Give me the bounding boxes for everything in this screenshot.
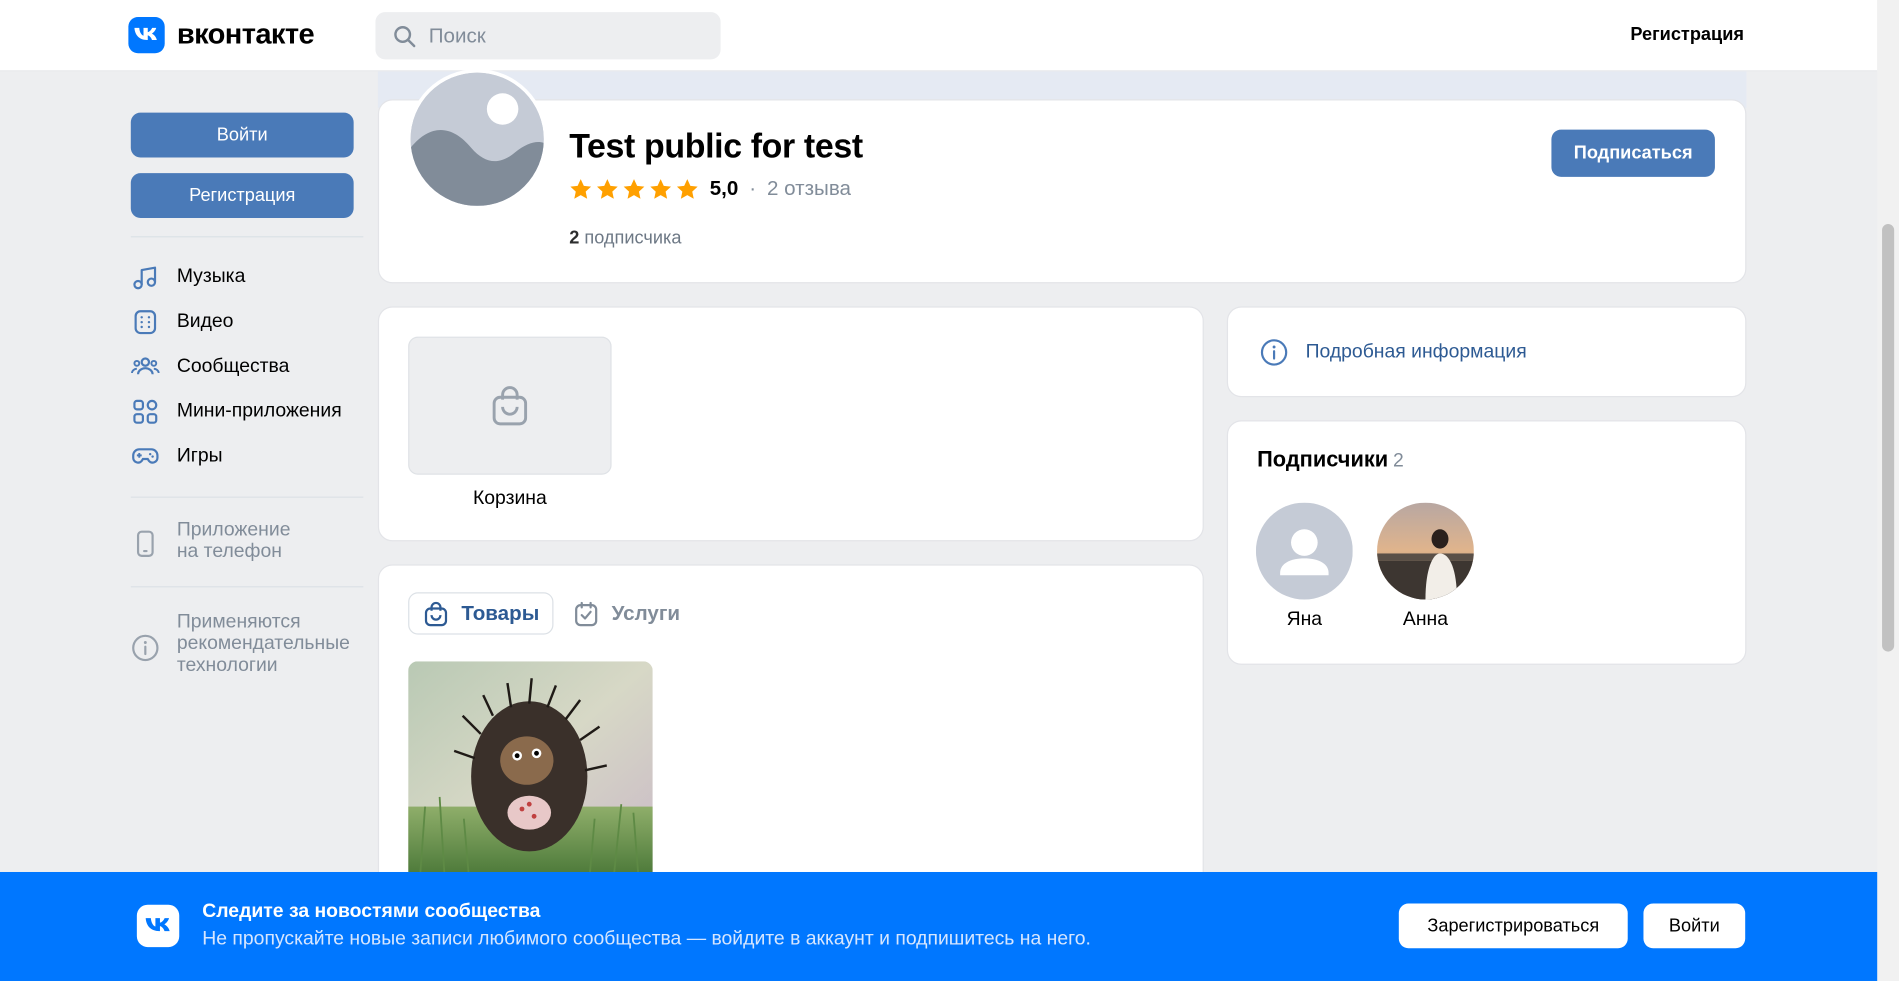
sidebar-item-label: Мини-приложения bbox=[176, 400, 342, 421]
search-input[interactable] bbox=[428, 23, 696, 48]
recommend-line1: Применяются bbox=[176, 611, 301, 633]
phone-app-line1: Приложение bbox=[176, 519, 291, 541]
member-name: Анна bbox=[1402, 609, 1449, 630]
video-icon bbox=[134, 309, 157, 334]
cart-tile[interactable] bbox=[408, 336, 612, 475]
star-icon bbox=[570, 178, 592, 199]
sidebar-divider bbox=[130, 236, 364, 238]
reviews-count: 2 отзыва bbox=[767, 176, 852, 200]
banner-subtitle: Не пропускайте новые записи любимого соо… bbox=[202, 928, 1091, 950]
subscribers-summary[interactable]: 2 подписчика bbox=[569, 228, 681, 249]
rating-row[interactable]: 5,0 · 2 отзыва bbox=[569, 177, 851, 201]
rating-separator: · bbox=[749, 176, 757, 200]
sidebar-item-label: Сообщества bbox=[176, 355, 290, 377]
tab-services[interactable]: Услуги bbox=[560, 592, 694, 634]
left-sidebar: Войти Регистрация Музыка Видео Сообществ… bbox=[130, 112, 364, 677]
shopping-bag-icon bbox=[492, 386, 528, 426]
header-register-link[interactable]: Регистрация bbox=[1630, 24, 1744, 45]
mini-apps-icon bbox=[133, 399, 158, 424]
communities-icon bbox=[131, 356, 160, 374]
calendar-check-icon bbox=[575, 601, 598, 626]
product-image[interactable] bbox=[408, 661, 653, 875]
subscribers-title-count: 2 bbox=[1393, 450, 1404, 472]
sidebar-login-button[interactable]: Войти bbox=[130, 112, 354, 158]
sidebar-phone-app[interactable]: Приложение на телефон bbox=[131, 515, 364, 563]
star-icon bbox=[597, 178, 618, 199]
phone-app-line2: на телефон bbox=[176, 541, 282, 562]
sidebar-register-button[interactable]: Регистрация bbox=[130, 173, 354, 218]
sidebar-item-label: Музыка bbox=[176, 265, 246, 287]
subscribers-number: 2 bbox=[569, 227, 580, 249]
banner-register-button[interactable]: Зарегистрироваться bbox=[1398, 903, 1628, 949]
sidebar-divider bbox=[130, 496, 364, 498]
info-icon bbox=[132, 634, 159, 662]
avatar bbox=[1377, 502, 1474, 600]
star-icon bbox=[623, 178, 645, 199]
member-anna[interactable]: Анна bbox=[1377, 502, 1474, 631]
community-name: Test public for test bbox=[569, 127, 863, 165]
sidebar-item-label: Видео bbox=[176, 310, 234, 332]
phone-icon bbox=[136, 530, 154, 557]
sidebar-item-games[interactable]: Игры bbox=[131, 434, 364, 479]
hedgehog-painting-image bbox=[408, 661, 653, 875]
music-icon bbox=[133, 265, 157, 289]
recommend-line3: технологии bbox=[176, 655, 278, 676]
page-scrollbar[interactable] bbox=[1877, 0, 1899, 981]
info-icon bbox=[1260, 338, 1288, 366]
avatar bbox=[1255, 502, 1353, 600]
vk-logo-icon bbox=[136, 904, 180, 948]
star-icon bbox=[650, 178, 672, 199]
vk-logo[interactable]: вконтакте bbox=[128, 16, 315, 54]
tab-goods[interactable]: Товары bbox=[408, 592, 554, 635]
banner-title: Следите за новостями сообщества bbox=[202, 901, 541, 922]
subscribers-label: подписчика bbox=[584, 227, 682, 249]
top-header: вконтакте Регистрация bbox=[0, 0, 1878, 72]
cart-label: Корзина bbox=[472, 488, 547, 509]
shopping-bag-icon bbox=[424, 601, 448, 626]
search-box[interactable] bbox=[375, 12, 721, 60]
default-user-avatar-icon bbox=[1255, 502, 1353, 600]
banner-login-button[interactable]: Войти bbox=[1643, 903, 1746, 949]
community-avatar[interactable] bbox=[406, 69, 548, 210]
search-icon bbox=[394, 25, 416, 47]
sidebar-recommend-tech[interactable]: Применяются рекомендательные технологии bbox=[131, 607, 364, 677]
scrollbar-thumb[interactable] bbox=[1882, 224, 1895, 652]
vk-logo-text: вконтакте bbox=[176, 18, 315, 51]
member-yana[interactable]: Яна bbox=[1255, 502, 1353, 631]
member-name: Яна bbox=[1286, 609, 1323, 630]
sidebar-divider bbox=[130, 586, 364, 588]
subscribe-button[interactable]: Подписаться bbox=[1551, 129, 1715, 177]
placeholder-image-icon bbox=[410, 72, 544, 206]
detailed-info-label: Подробная информация bbox=[1305, 340, 1527, 362]
user-photo-avatar bbox=[1377, 502, 1474, 600]
recommend-line2: рекомендательные bbox=[176, 633, 350, 654]
subscribers-title-text: Подписчики bbox=[1257, 446, 1389, 472]
vk-logo-icon bbox=[128, 16, 165, 54]
detailed-info-link[interactable]: Подробная информация bbox=[1226, 306, 1747, 398]
games-icon bbox=[132, 447, 159, 464]
star-icon bbox=[676, 178, 698, 199]
subscribers-title[interactable]: Подписчики 2 bbox=[1257, 447, 1404, 472]
tab-label: Услуги bbox=[611, 601, 681, 625]
sidebar-item-mini-apps[interactable]: Мини-приложения bbox=[131, 389, 364, 434]
sidebar-item-music[interactable]: Музыка bbox=[131, 254, 364, 299]
sidebar-item-communities[interactable]: Сообщества bbox=[131, 344, 364, 389]
rating-score: 5,0 bbox=[709, 176, 739, 200]
sidebar-item-video[interactable]: Видео bbox=[131, 299, 364, 344]
sidebar-item-label: Игры bbox=[176, 445, 223, 466]
tab-label: Товары bbox=[461, 601, 540, 625]
